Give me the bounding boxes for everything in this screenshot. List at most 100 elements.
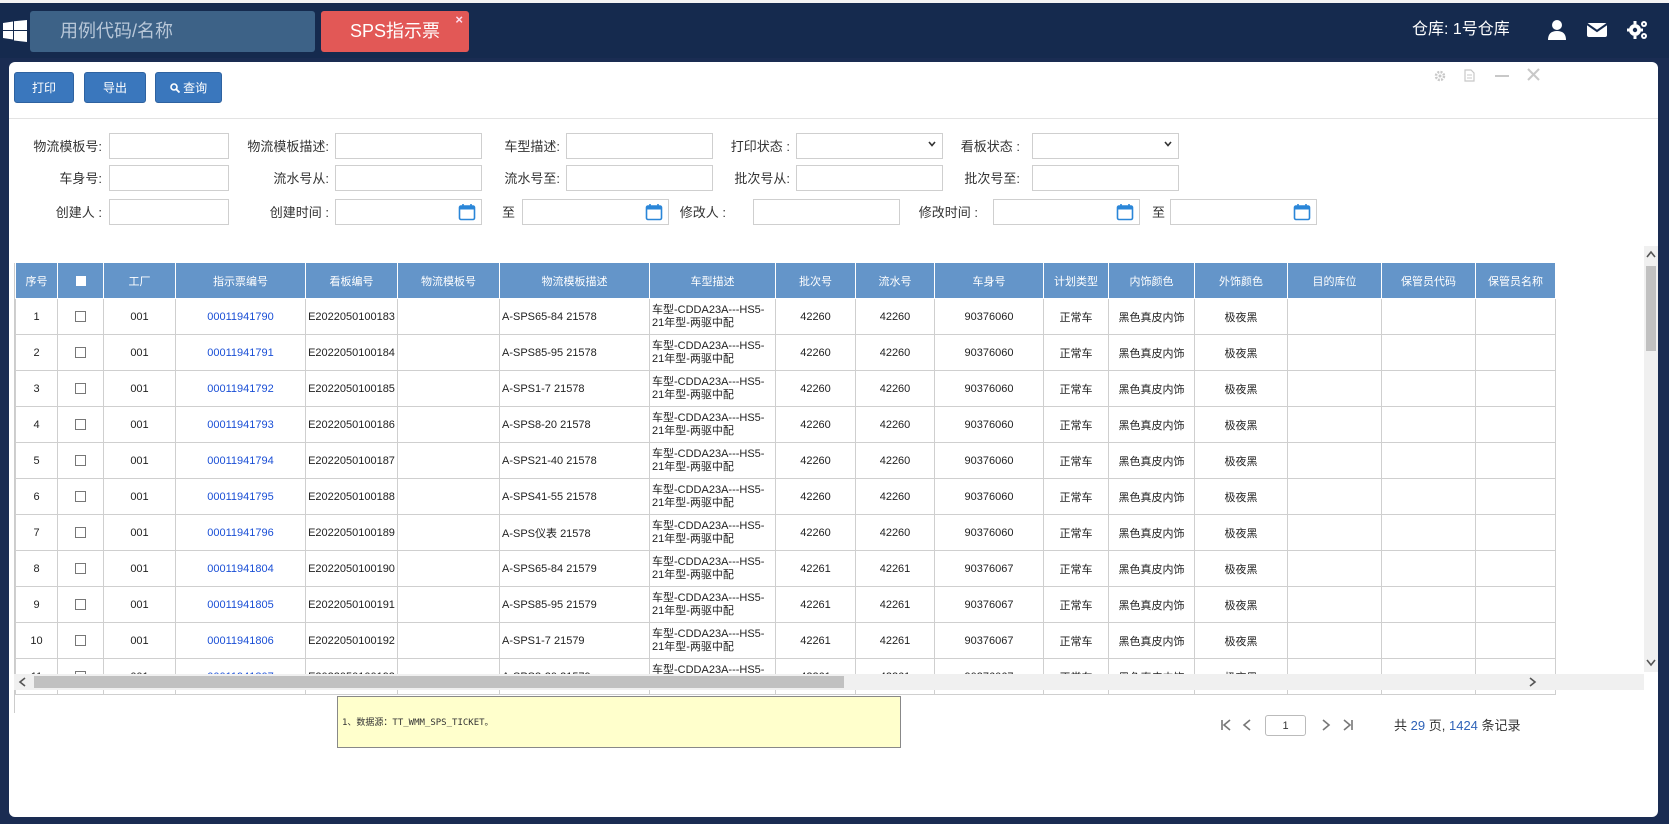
first-page-icon[interactable] bbox=[1219, 718, 1233, 732]
table-row[interactable]: 4 001 00011941793 E2022050100186 A-SPS8-20 2… bbox=[15, 406, 1556, 443]
calendar-icon[interactable] bbox=[1116, 203, 1134, 221]
logistics-template-desc-input[interactable] bbox=[335, 133, 482, 159]
scroll-left-icon[interactable] bbox=[18, 677, 26, 687]
row-checkbox[interactable] bbox=[57, 406, 104, 443]
col-header[interactable]: 流水号 bbox=[855, 263, 935, 299]
cell-keeper-code bbox=[1381, 442, 1476, 479]
row-checkbox[interactable] bbox=[57, 298, 104, 335]
col-header[interactable]: 工厂 bbox=[103, 263, 176, 299]
scroll-right-icon[interactable] bbox=[1529, 677, 1537, 687]
ticket-number-link[interactable]: 00011941792 bbox=[175, 370, 306, 407]
tab-sps-ticket[interactable]: SPS指示票 × bbox=[321, 11, 469, 52]
row-checkbox[interactable] bbox=[57, 370, 104, 407]
body-no-input[interactable] bbox=[109, 165, 229, 191]
col-header[interactable]: 指示票编号 bbox=[175, 263, 306, 299]
modify-time-from-input[interactable] bbox=[993, 199, 1140, 225]
table-row[interactable]: 9 001 00011941805 E2022050100191 A-SPS85-95 … bbox=[15, 586, 1556, 623]
batch-to-input[interactable] bbox=[1032, 165, 1179, 191]
table-row[interactable]: 5 001 00011941794 E2022050100187 A-SPS21-40 … bbox=[15, 442, 1556, 479]
ticket-number-link[interactable]: 00011941794 bbox=[175, 442, 306, 479]
cell-template-desc: A-SPS1-7 21578 bbox=[499, 370, 650, 407]
serial-to-input[interactable] bbox=[566, 165, 713, 191]
search-input[interactable]: 用例代码/名称 bbox=[30, 11, 315, 52]
serial-from-input[interactable] bbox=[335, 165, 482, 191]
ticket-number-link[interactable]: 00011941805 bbox=[175, 586, 306, 623]
calendar-icon[interactable] bbox=[1293, 203, 1311, 221]
col-header[interactable]: 车型描述 bbox=[649, 263, 776, 299]
gear-icon[interactable] bbox=[1434, 70, 1446, 82]
row-checkbox[interactable] bbox=[57, 622, 104, 659]
cell-keeper-name bbox=[1475, 622, 1556, 659]
row-seq: 4 bbox=[15, 406, 58, 443]
table-row[interactable]: 2 001 00011941791 E2022050100184 A-SPS85-95 … bbox=[15, 334, 1556, 371]
calendar-icon[interactable] bbox=[645, 203, 663, 221]
col-header[interactable]: 车身号 bbox=[934, 263, 1044, 299]
col-header[interactable]: 目的库位 bbox=[1287, 263, 1382, 299]
col-header[interactable]: 保管员代码 bbox=[1381, 263, 1476, 299]
ticket-number-link[interactable]: 00011941793 bbox=[175, 406, 306, 443]
horizontal-scrollbar[interactable] bbox=[14, 674, 1644, 690]
minimize-icon[interactable] bbox=[1494, 71, 1510, 81]
col-header[interactable]: 批次号 bbox=[775, 263, 856, 299]
logistics-template-no-input[interactable] bbox=[109, 133, 229, 159]
col-header[interactable]: 看板编号 bbox=[305, 263, 398, 299]
table-row[interactable]: 8 001 00011941804 E2022050100190 A-SPS65-84 … bbox=[15, 550, 1556, 587]
vertical-scroll-thumb[interactable] bbox=[1646, 266, 1656, 351]
prev-page-icon[interactable] bbox=[1241, 718, 1253, 732]
ticket-number-link[interactable]: 00011941791 bbox=[175, 334, 306, 371]
page-number-input[interactable]: 1 bbox=[1265, 715, 1306, 736]
ticket-number-link[interactable]: 00011941795 bbox=[175, 478, 306, 515]
last-page-icon[interactable] bbox=[1341, 718, 1355, 732]
print-button[interactable]: 打印 bbox=[14, 72, 74, 103]
calendar-icon[interactable] bbox=[458, 203, 476, 221]
row-checkbox[interactable] bbox=[57, 514, 104, 551]
kanban-status-select[interactable] bbox=[1032, 133, 1179, 159]
tab-close-icon[interactable]: × bbox=[455, 13, 463, 26]
windows-logo-icon[interactable] bbox=[3, 20, 27, 42]
settings-gears-icon[interactable] bbox=[1627, 19, 1649, 41]
close-icon[interactable] bbox=[1526, 67, 1541, 82]
query-button[interactable]: 查询 bbox=[155, 72, 222, 103]
row-checkbox[interactable] bbox=[57, 442, 104, 479]
table-row[interactable]: 1 001 00011941790 E2022050100183 A-SPS65-84 … bbox=[15, 298, 1556, 335]
next-page-icon[interactable] bbox=[1320, 718, 1332, 732]
vertical-scrollbar[interactable] bbox=[1644, 246, 1658, 672]
create-time-from-input[interactable] bbox=[335, 199, 482, 225]
row-checkbox[interactable] bbox=[57, 550, 104, 587]
row-checkbox[interactable] bbox=[57, 586, 104, 623]
warehouse-label[interactable]: 仓库: 1号仓库 bbox=[1412, 18, 1510, 42]
user-icon[interactable] bbox=[1546, 19, 1568, 41]
table-row[interactable]: 6 001 00011941795 E2022050100188 A-SPS41-55 … bbox=[15, 478, 1556, 515]
col-header[interactable]: 物流模板描述 bbox=[499, 263, 650, 299]
select-all-checkbox[interactable] bbox=[57, 263, 104, 299]
print-status-select[interactable] bbox=[796, 133, 943, 159]
modifier-input[interactable] bbox=[753, 199, 900, 225]
export-button[interactable]: 导出 bbox=[84, 72, 146, 103]
col-header[interactable]: 计划类型 bbox=[1043, 263, 1109, 299]
ticket-number-link[interactable]: 00011941790 bbox=[175, 298, 306, 335]
modify-time-to-input[interactable] bbox=[1170, 199, 1317, 225]
col-header[interactable]: 序号 bbox=[15, 263, 58, 299]
ticket-number-link[interactable]: 00011941796 bbox=[175, 514, 306, 551]
ticket-number-link[interactable]: 00011941806 bbox=[175, 622, 306, 659]
creator-input[interactable] bbox=[109, 199, 229, 225]
row-checkbox[interactable] bbox=[57, 334, 104, 371]
envelope-icon[interactable] bbox=[1586, 19, 1608, 41]
car-model-desc-input[interactable] bbox=[566, 133, 713, 159]
scroll-up-icon[interactable] bbox=[1646, 250, 1656, 258]
create-time-to-input[interactable] bbox=[522, 199, 669, 225]
scroll-down-icon[interactable] bbox=[1646, 659, 1656, 667]
row-checkbox[interactable] bbox=[57, 478, 104, 515]
horizontal-scroll-thumb[interactable] bbox=[34, 676, 844, 688]
table-row[interactable]: 3 001 00011941792 E2022050100185 A-SPS1-7 21… bbox=[15, 370, 1556, 407]
cell-exterior-color: 极夜黑 bbox=[1194, 442, 1288, 479]
col-header[interactable]: 保管员名称 bbox=[1475, 263, 1556, 299]
col-header[interactable]: 内饰颜色 bbox=[1108, 263, 1195, 299]
col-header[interactable]: 物流模板号 bbox=[397, 263, 500, 299]
table-row[interactable]: 7 001 00011941796 E2022050100189 A-SPS仪表 215… bbox=[15, 514, 1556, 551]
ticket-number-link[interactable]: 00011941804 bbox=[175, 550, 306, 587]
document-icon[interactable] bbox=[1464, 69, 1475, 82]
col-header[interactable]: 外饰颜色 bbox=[1194, 263, 1288, 299]
table-row[interactable]: 10 001 00011941806 E2022050100192 A-SPS1-7 2… bbox=[15, 622, 1556, 659]
batch-from-input[interactable] bbox=[796, 165, 943, 191]
